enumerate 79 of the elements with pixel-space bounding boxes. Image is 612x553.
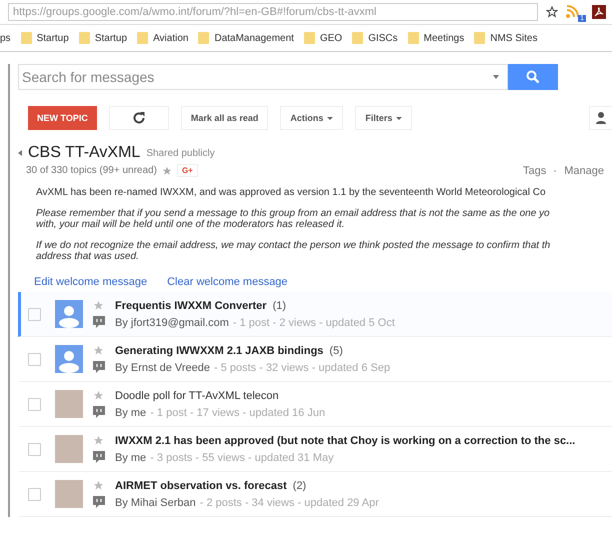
dropdown-caret-icon[interactable] xyxy=(492,74,500,80)
topic-author: By jfort319@gmail.com xyxy=(115,316,229,328)
chat-bubble-icon xyxy=(93,361,105,373)
bookmark[interactable]: GISCs xyxy=(352,32,398,44)
post-count: (1) xyxy=(272,300,286,312)
welcome-paragraph: If we do not recognize the email address, we may contact the person we think posted the message to confirm that th address that was used. xyxy=(36,240,552,262)
checkbox[interactable] xyxy=(28,442,41,456)
bookmark[interactable]: Aviation xyxy=(137,32,188,44)
photo-placeholder xyxy=(55,480,83,508)
checkbox[interactable] xyxy=(28,308,41,320)
topic-row[interactable]: Generating IWWXXM 2.1 JAXB bindings (5) By Ernst de Vreede - 5 posts - 32 views - updated 6 Sep xyxy=(18,337,612,382)
topic-author: By Mihai Serban xyxy=(115,496,196,508)
topic-author: By me xyxy=(115,452,146,464)
pdf-extension-icon[interactable] xyxy=(592,5,606,19)
avatar-icon xyxy=(55,300,83,328)
star-icon[interactable] xyxy=(93,300,104,311)
actions-dropdown[interactable]: Actions xyxy=(280,106,344,130)
topic-count: 30 of 330 topics (99+ unread) xyxy=(26,165,157,176)
photo-placeholder xyxy=(55,435,83,463)
chat-bubble-icon xyxy=(93,496,105,508)
chat-bubble-icon xyxy=(93,451,105,463)
checkbox[interactable] xyxy=(28,352,41,366)
avatar-icon xyxy=(55,345,83,373)
photo-placeholder xyxy=(55,390,83,418)
topic-row[interactable]: Frequentis IWXXM Converter (1) By jfort319@gmail.com - 1 post - 2 views - updated 5 Oct xyxy=(18,292,612,337)
star-icon[interactable] xyxy=(93,480,104,491)
collapse-arrow-icon[interactable] xyxy=(18,150,22,156)
topic-title[interactable]: IWXXM 2.1 has been approved (but note that Choy is working on a correction to the sc... xyxy=(115,434,576,446)
post-count: (2) xyxy=(292,480,306,492)
checkbox[interactable] xyxy=(28,398,41,410)
bookmark[interactable]: NMS Sites xyxy=(474,32,538,44)
topic-stats: - 1 post - 2 views - updated 5 Oct xyxy=(232,316,395,328)
refresh-icon xyxy=(132,111,146,125)
welcome-link[interactable]: Clear welcome message xyxy=(167,276,288,288)
welcome-link[interactable]: Edit welcome message xyxy=(34,276,148,288)
group-title: CBS TT-AvXML xyxy=(28,144,140,162)
chat-bubble-icon xyxy=(93,406,105,418)
person-icon xyxy=(596,112,606,124)
filters-dropdown[interactable]: Filters xyxy=(355,106,412,130)
bookmark[interactable]: ps xyxy=(0,32,11,44)
search-icon xyxy=(526,70,540,84)
visibility-label: Shared publicly xyxy=(146,148,215,158)
topic-stats: - 1 post - 17 views - updated 16 Jun xyxy=(150,406,326,418)
header-link[interactable]: Tags xyxy=(522,164,546,176)
header-link[interactable]: Manage xyxy=(564,164,604,176)
search-button[interactable] xyxy=(508,64,558,90)
bookmark[interactable]: Meetings xyxy=(408,32,464,44)
post-count: (5) xyxy=(329,344,343,356)
checkbox[interactable] xyxy=(28,488,41,500)
welcome-paragraph: Please remember that if you send a message to this group from an email address that is not the same as the one yo with, your mail will be held until one of the moderators has released it. xyxy=(36,208,551,230)
google-plus-button[interactable]: G+ xyxy=(176,164,198,177)
topic-row[interactable]: IWXXM 2.1 has been approved (but note that Choy is working on a correction to the sc... By me - 3 posts - 55 views - updated 31 May xyxy=(18,427,612,472)
topic-row[interactable]: Doodle poll for TT-AvXML telecon By me - 1 post - 17 views - updated 16 Jun xyxy=(18,382,612,427)
bookmark[interactable]: Startup xyxy=(78,32,128,44)
search-field[interactable]: Search for messages xyxy=(18,64,508,90)
topic-stats: - 3 posts - 55 views - updated 31 May xyxy=(150,452,334,464)
topic-author: By Ernst de Vreede xyxy=(115,362,210,374)
mark-all-read-button[interactable]: Mark all as read xyxy=(180,106,268,130)
new-topic-button[interactable]: NEW TOPIC xyxy=(28,106,97,130)
welcome-paragraph: AvXML has been re-named IWXXM, and was approved as version 1.1 by the seventeenth World Meteorological Co xyxy=(36,187,547,198)
topic-title[interactable]: AIRMET observation vs. forecast xyxy=(115,480,287,492)
topic-title[interactable]: Generating IWWXXM 2.1 JAXB bindings xyxy=(115,344,324,356)
refresh-button[interactable] xyxy=(108,106,169,130)
member-button[interactable] xyxy=(589,106,612,130)
star-icon[interactable] xyxy=(162,166,172,176)
bookmark[interactable]: DataManagement xyxy=(198,32,294,44)
topic-author: By me xyxy=(115,406,146,418)
star-icon[interactable] xyxy=(93,390,104,401)
bookmark[interactable]: Startup xyxy=(20,32,69,44)
topic-title[interactable]: Doodle poll for TT-AvXML telecon xyxy=(115,390,279,402)
topic-stats: - 2 posts - 34 views - updated 29 Apr xyxy=(200,496,379,508)
bookmark[interactable]: GEO xyxy=(304,32,342,44)
topic-stats: - 5 posts - 32 views - updated 6 Sep xyxy=(214,362,390,374)
star-icon[interactable] xyxy=(93,345,104,356)
star-icon[interactable] xyxy=(546,6,558,18)
topic-row[interactable]: AIRMET observation vs. forecast (2) By Mihai Serban - 2 posts - 34 views - updated 29 Apr xyxy=(18,472,612,517)
star-icon[interactable] xyxy=(93,435,104,446)
chat-bubble-icon xyxy=(93,316,105,328)
topic-title[interactable]: Frequentis IWXXM Converter xyxy=(115,300,267,312)
